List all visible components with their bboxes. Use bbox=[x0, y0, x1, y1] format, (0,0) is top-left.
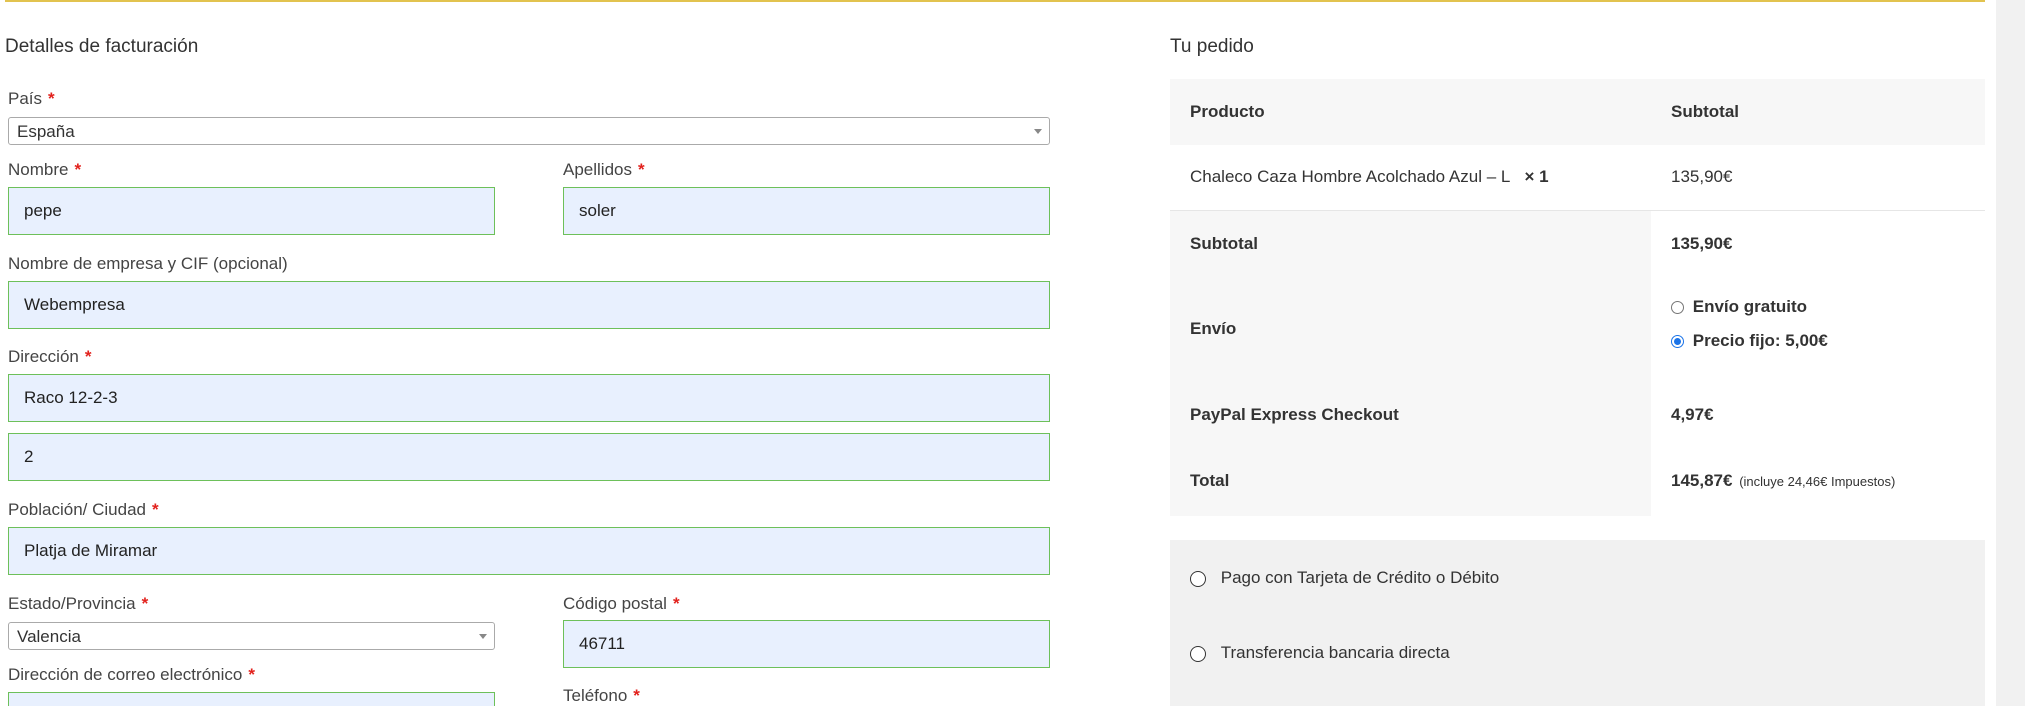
radio-unchecked-icon[interactable] bbox=[1190, 570, 1206, 587]
order-totals-label-column bbox=[1170, 211, 1651, 516]
payment-method-bank-transfer[interactable]: Transferencia bancaria directa bbox=[1190, 643, 1450, 663]
required-mark: * bbox=[74, 160, 82, 179]
shipping-label: Envío bbox=[1190, 319, 1237, 338]
required-mark: * bbox=[638, 160, 645, 179]
phone-label-text: Teléfono bbox=[563, 686, 628, 705]
first-name-label: Nombre * bbox=[8, 160, 81, 180]
header-subtotal: Subtotal bbox=[1671, 102, 1739, 121]
subtotal-label: Subtotal bbox=[1190, 234, 1258, 253]
total-value: 145,87€ bbox=[1671, 471, 1733, 490]
shipping-option-free-label: Envío gratuito bbox=[1692, 297, 1808, 316]
state-select-value: Valencia bbox=[17, 627, 81, 646]
required-mark: * bbox=[151, 500, 159, 519]
top-accent-line bbox=[5, 0, 1985, 2]
order-item-name: Chaleco Caza Hombre Acolchado Azul – L ×… bbox=[1190, 167, 1549, 187]
order-item-qty: × 1 bbox=[1524, 167, 1549, 186]
required-mark: * bbox=[84, 347, 92, 366]
first-name-input[interactable]: pepe bbox=[8, 187, 495, 235]
address-label-text: Dirección bbox=[8, 347, 79, 366]
payment-method-card-label: Pago con Tarjeta de Crédito o Débito bbox=[1220, 568, 1500, 587]
total-tax-note: (incluye 24,46€ Impuestos) bbox=[1739, 474, 1896, 489]
paypal-label: PayPal Express Checkout bbox=[1190, 405, 1399, 424]
state-label-text: Estado/Provincia bbox=[8, 594, 136, 613]
total-value-group: 145,87€ (incluye 24,46€ Impuestos) bbox=[1671, 471, 1895, 491]
required-mark: * bbox=[633, 686, 640, 705]
chevron-down-icon bbox=[479, 634, 487, 639]
header-product: Producto bbox=[1190, 102, 1265, 121]
required-mark: * bbox=[141, 594, 149, 613]
company-label: Nombre de empresa y CIF (opcional) bbox=[8, 254, 288, 273]
subtotal-value: 135,90€ bbox=[1671, 234, 1733, 253]
radio-checked-icon[interactable] bbox=[1671, 335, 1684, 349]
postcode-input[interactable]: 46711 bbox=[563, 620, 1050, 668]
email-input[interactable] bbox=[8, 692, 495, 706]
country-label-text: País bbox=[8, 89, 43, 108]
total-label: Total bbox=[1190, 471, 1230, 490]
shipping-option-flat[interactable]: Precio fijo: 5,00€ bbox=[1671, 331, 1828, 351]
shipping-option-flat-label: Precio fijo: 5,00€ bbox=[1692, 331, 1828, 350]
email-label-text: Dirección de correo electrónico bbox=[8, 665, 243, 684]
email-label: Dirección de correo electrónico * bbox=[8, 665, 255, 685]
state-label: Estado/Provincia * bbox=[8, 594, 148, 614]
required-mark: * bbox=[672, 594, 680, 613]
company-input[interactable]: Webempresa bbox=[8, 281, 1050, 329]
address-label: Dirección * bbox=[8, 347, 91, 367]
payment-method-card[interactable]: Pago con Tarjeta de Crédito o Débito bbox=[1190, 568, 1499, 588]
phone-label: Teléfono * bbox=[563, 686, 640, 706]
required-mark: * bbox=[48, 89, 55, 108]
payment-method-bank-transfer-label: Transferencia bancaria directa bbox=[1220, 643, 1450, 662]
address-input[interactable]: Raco 12-2-3 bbox=[8, 374, 1050, 422]
country-select-value: España bbox=[17, 122, 75, 141]
last-name-label-text: Apellidos bbox=[563, 160, 632, 179]
required-mark: * bbox=[248, 665, 255, 684]
country-select[interactable]: España bbox=[8, 117, 1050, 145]
order-review-table: Producto Subtotal Chaleco Caza Hombre Ac… bbox=[1170, 79, 1985, 516]
payment-methods-box bbox=[1170, 540, 1985, 706]
order-table-header bbox=[1170, 79, 1985, 145]
city-label-text: Población/ Ciudad bbox=[8, 500, 146, 519]
postcode-label-text: Código postal bbox=[563, 594, 667, 613]
chevron-down-icon bbox=[1034, 129, 1042, 134]
radio-unchecked-icon[interactable] bbox=[1190, 645, 1206, 662]
order-title: Tu pedido bbox=[1170, 36, 1254, 57]
address2-input[interactable]: 2 bbox=[8, 433, 1050, 481]
last-name-input[interactable]: soler bbox=[563, 187, 1050, 235]
paypal-value: 4,97€ bbox=[1671, 405, 1714, 424]
city-label: Población/ Ciudad * bbox=[8, 500, 159, 520]
postcode-label: Código postal * bbox=[563, 594, 680, 614]
city-input[interactable]: Platja de Miramar bbox=[8, 527, 1050, 575]
first-name-label-text: Nombre bbox=[8, 160, 69, 179]
shipping-option-free[interactable]: Envío gratuito bbox=[1671, 297, 1807, 317]
order-item-price: 135,90€ bbox=[1671, 167, 1733, 186]
billing-title: Detalles de facturación bbox=[5, 36, 199, 57]
order-item-name-text: Chaleco Caza Hombre Acolchado Azul – L bbox=[1190, 167, 1510, 186]
page-scroll-gutter bbox=[1996, 0, 2025, 706]
radio-unchecked-icon[interactable] bbox=[1671, 301, 1684, 315]
country-label: País * bbox=[8, 89, 55, 109]
state-select[interactable]: Valencia bbox=[8, 622, 495, 650]
last-name-label: Apellidos * bbox=[563, 160, 645, 180]
